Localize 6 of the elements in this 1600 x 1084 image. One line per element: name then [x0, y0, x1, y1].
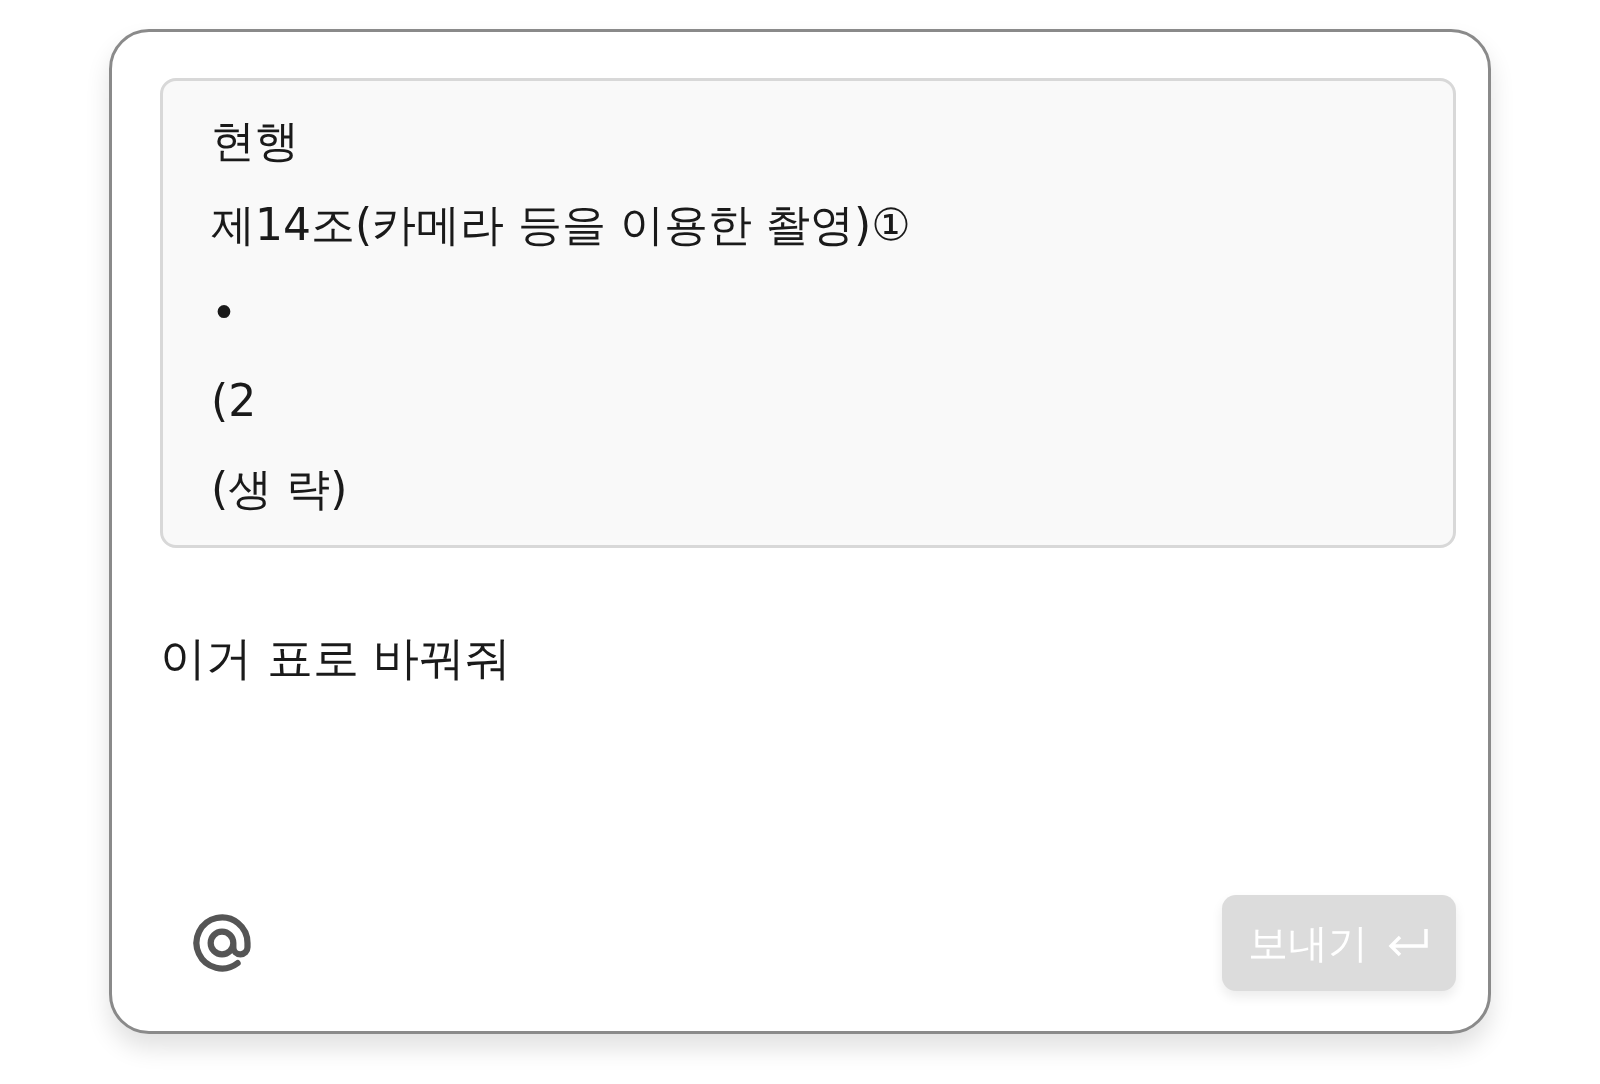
quoted-line: • — [211, 286, 238, 340]
quoted-line: (생 략) — [211, 462, 349, 516]
quoted-line: (2 — [211, 374, 258, 428]
quoted-line: 현행 — [211, 114, 300, 168]
message-input[interactable]: 이거 표로 바꿔줘 — [160, 628, 1456, 690]
quoted-line: 제14조(카메라 등을 이용한 촬영)① — [211, 198, 912, 252]
